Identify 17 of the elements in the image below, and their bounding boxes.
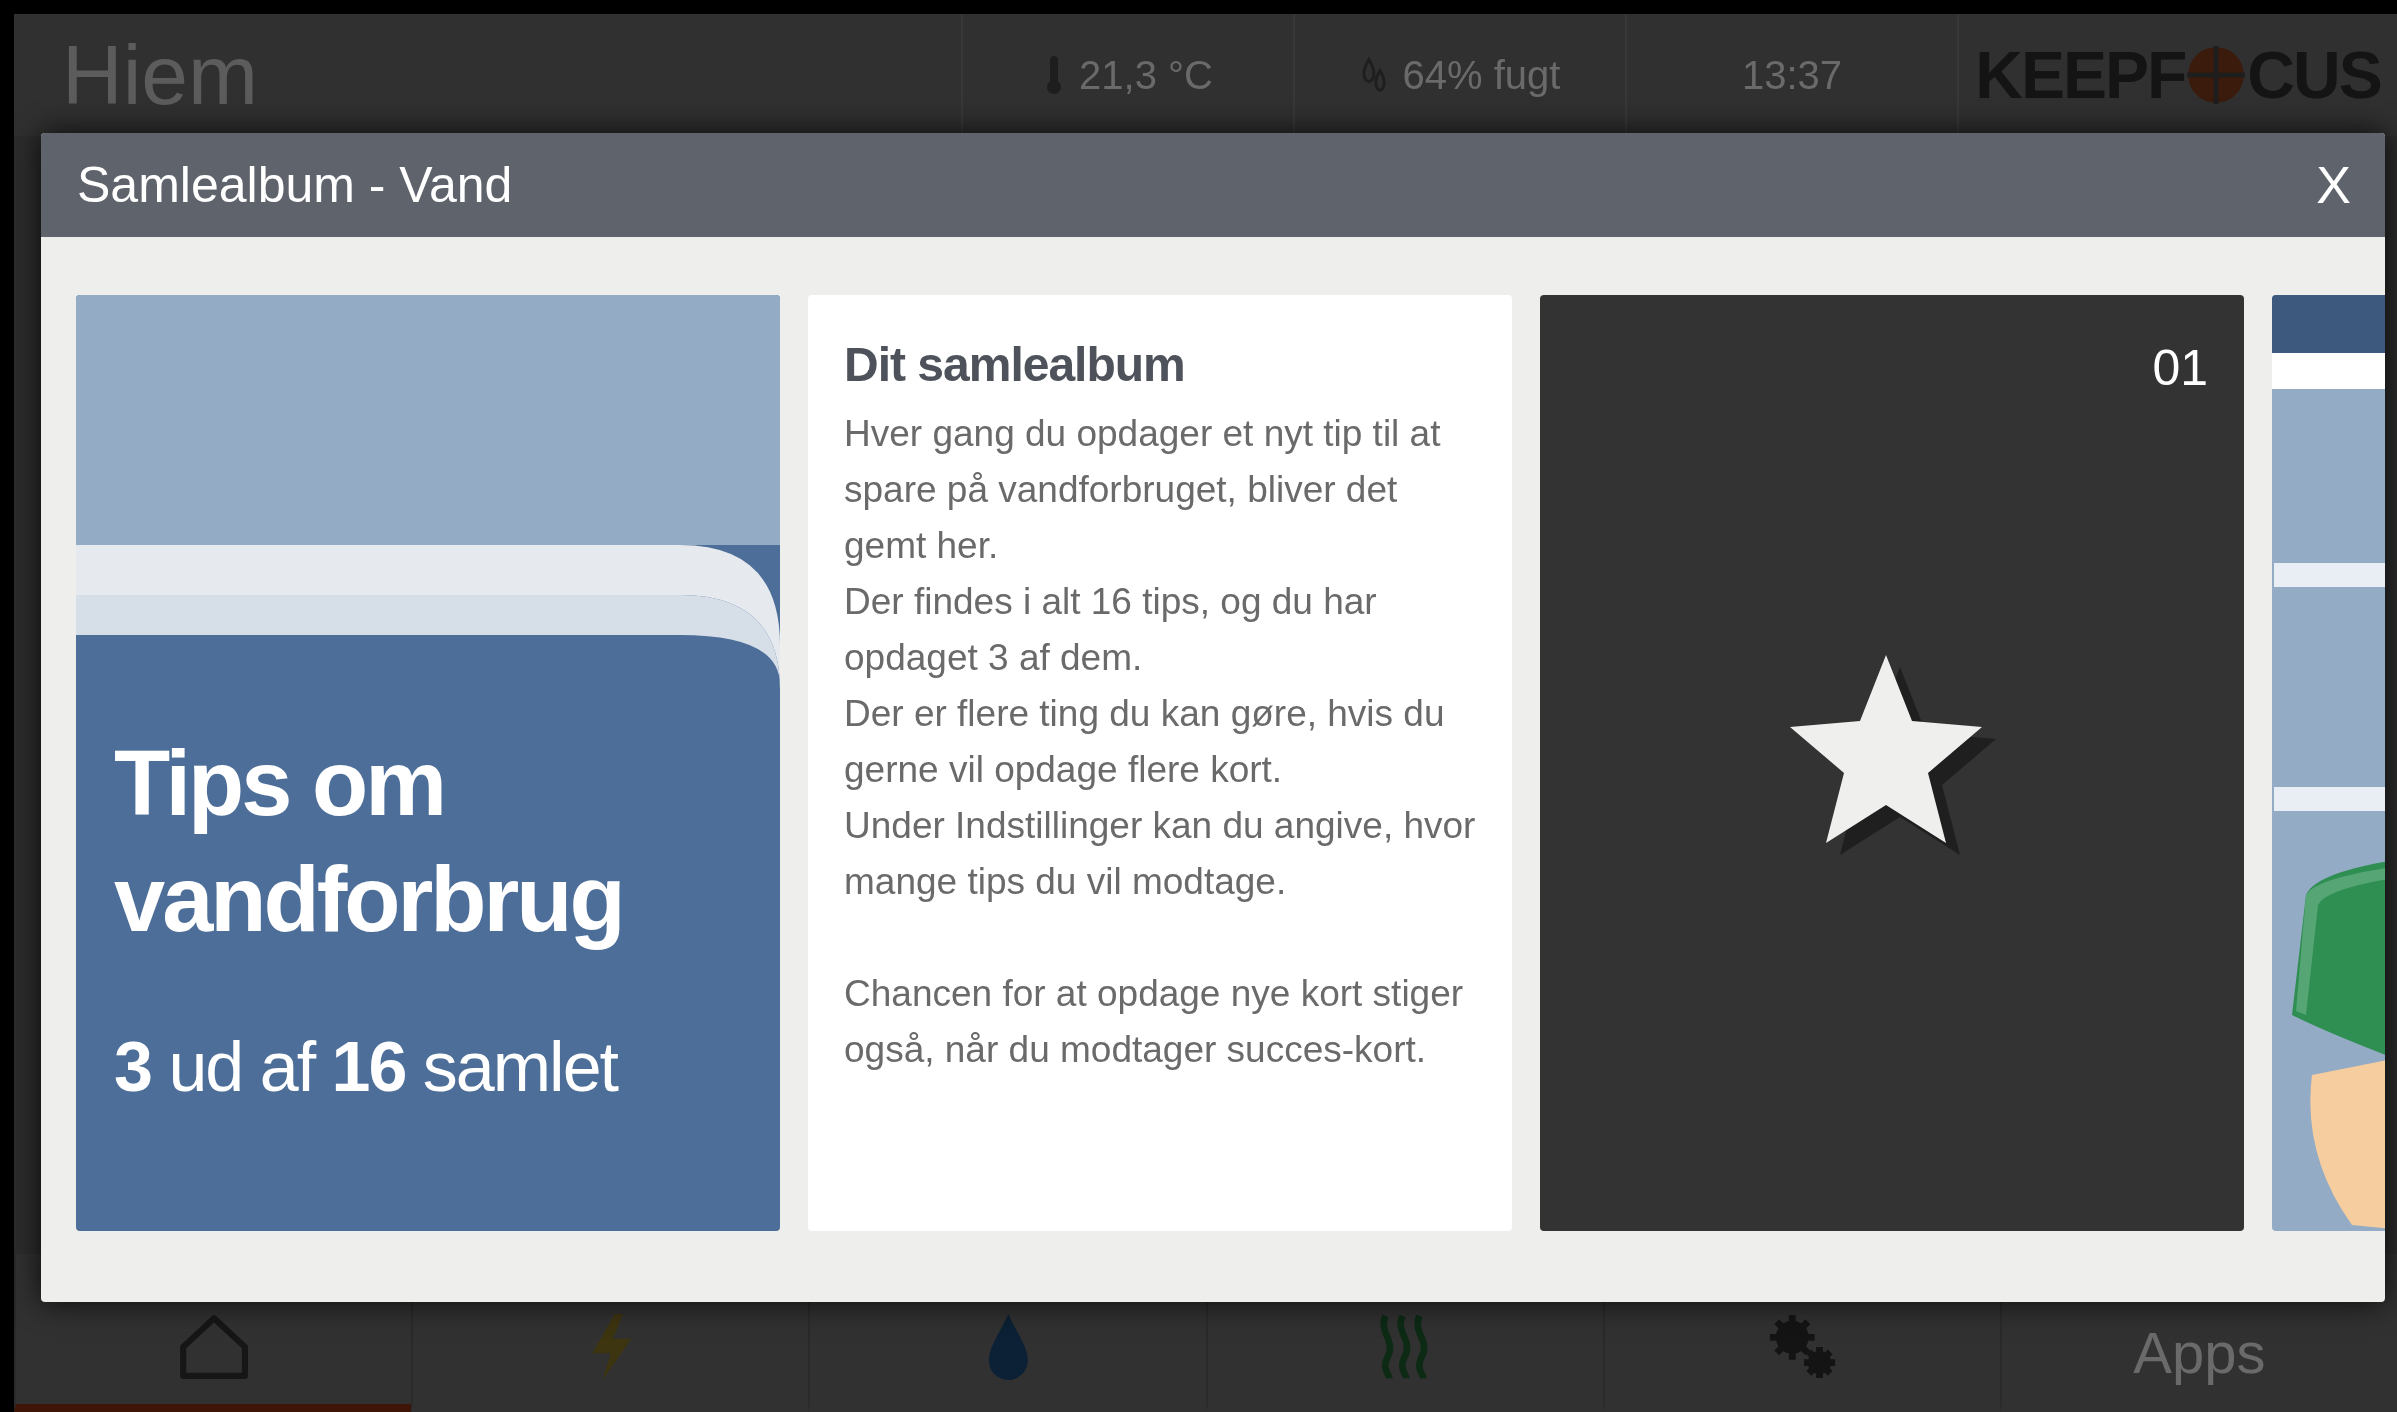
info-text: Chancen for at opdage nye kort stiger også, når du modtager succes-kort. (844, 972, 1465, 1072)
collection-card[interactable]: Tips om vandforbrug 3 ud af 16 samlet (76, 295, 780, 1231)
info-text: Under Indstillinger kan du angive, hvor mange tips du vil modtage. (844, 804, 1477, 904)
card-title: Dit samlealbum (844, 337, 1186, 392)
close-button[interactable]: X (2308, 151, 2359, 219)
info-text: Hver gang du opdager et nyt tip til at spare på vandforbruget, bliver det gemt her. (844, 412, 1442, 568)
tip-card[interactable]: 01 (1540, 295, 2244, 1231)
info-text: Der er flere ting du kan gøre, hvis du gerne vil opdage flere kort. (844, 692, 1446, 792)
humidity-reading: 64% fugt (1402, 52, 1561, 98)
card-title: Tips om vandforbrug (114, 731, 624, 952)
card-number: 01 (2152, 339, 2209, 397)
temperature-reading: 21,3 °C (1079, 52, 1213, 98)
info-text: Der findes i alt 16 tips, og du har opdaget 3 af dem. (844, 580, 1378, 680)
collected-count: 3 ud af 16 samlet (114, 1027, 619, 1107)
dialog-title: Samlealbum - Vand (77, 156, 513, 214)
clock-time: 13:37 (1741, 52, 1843, 98)
target-icon (2187, 46, 2246, 104)
